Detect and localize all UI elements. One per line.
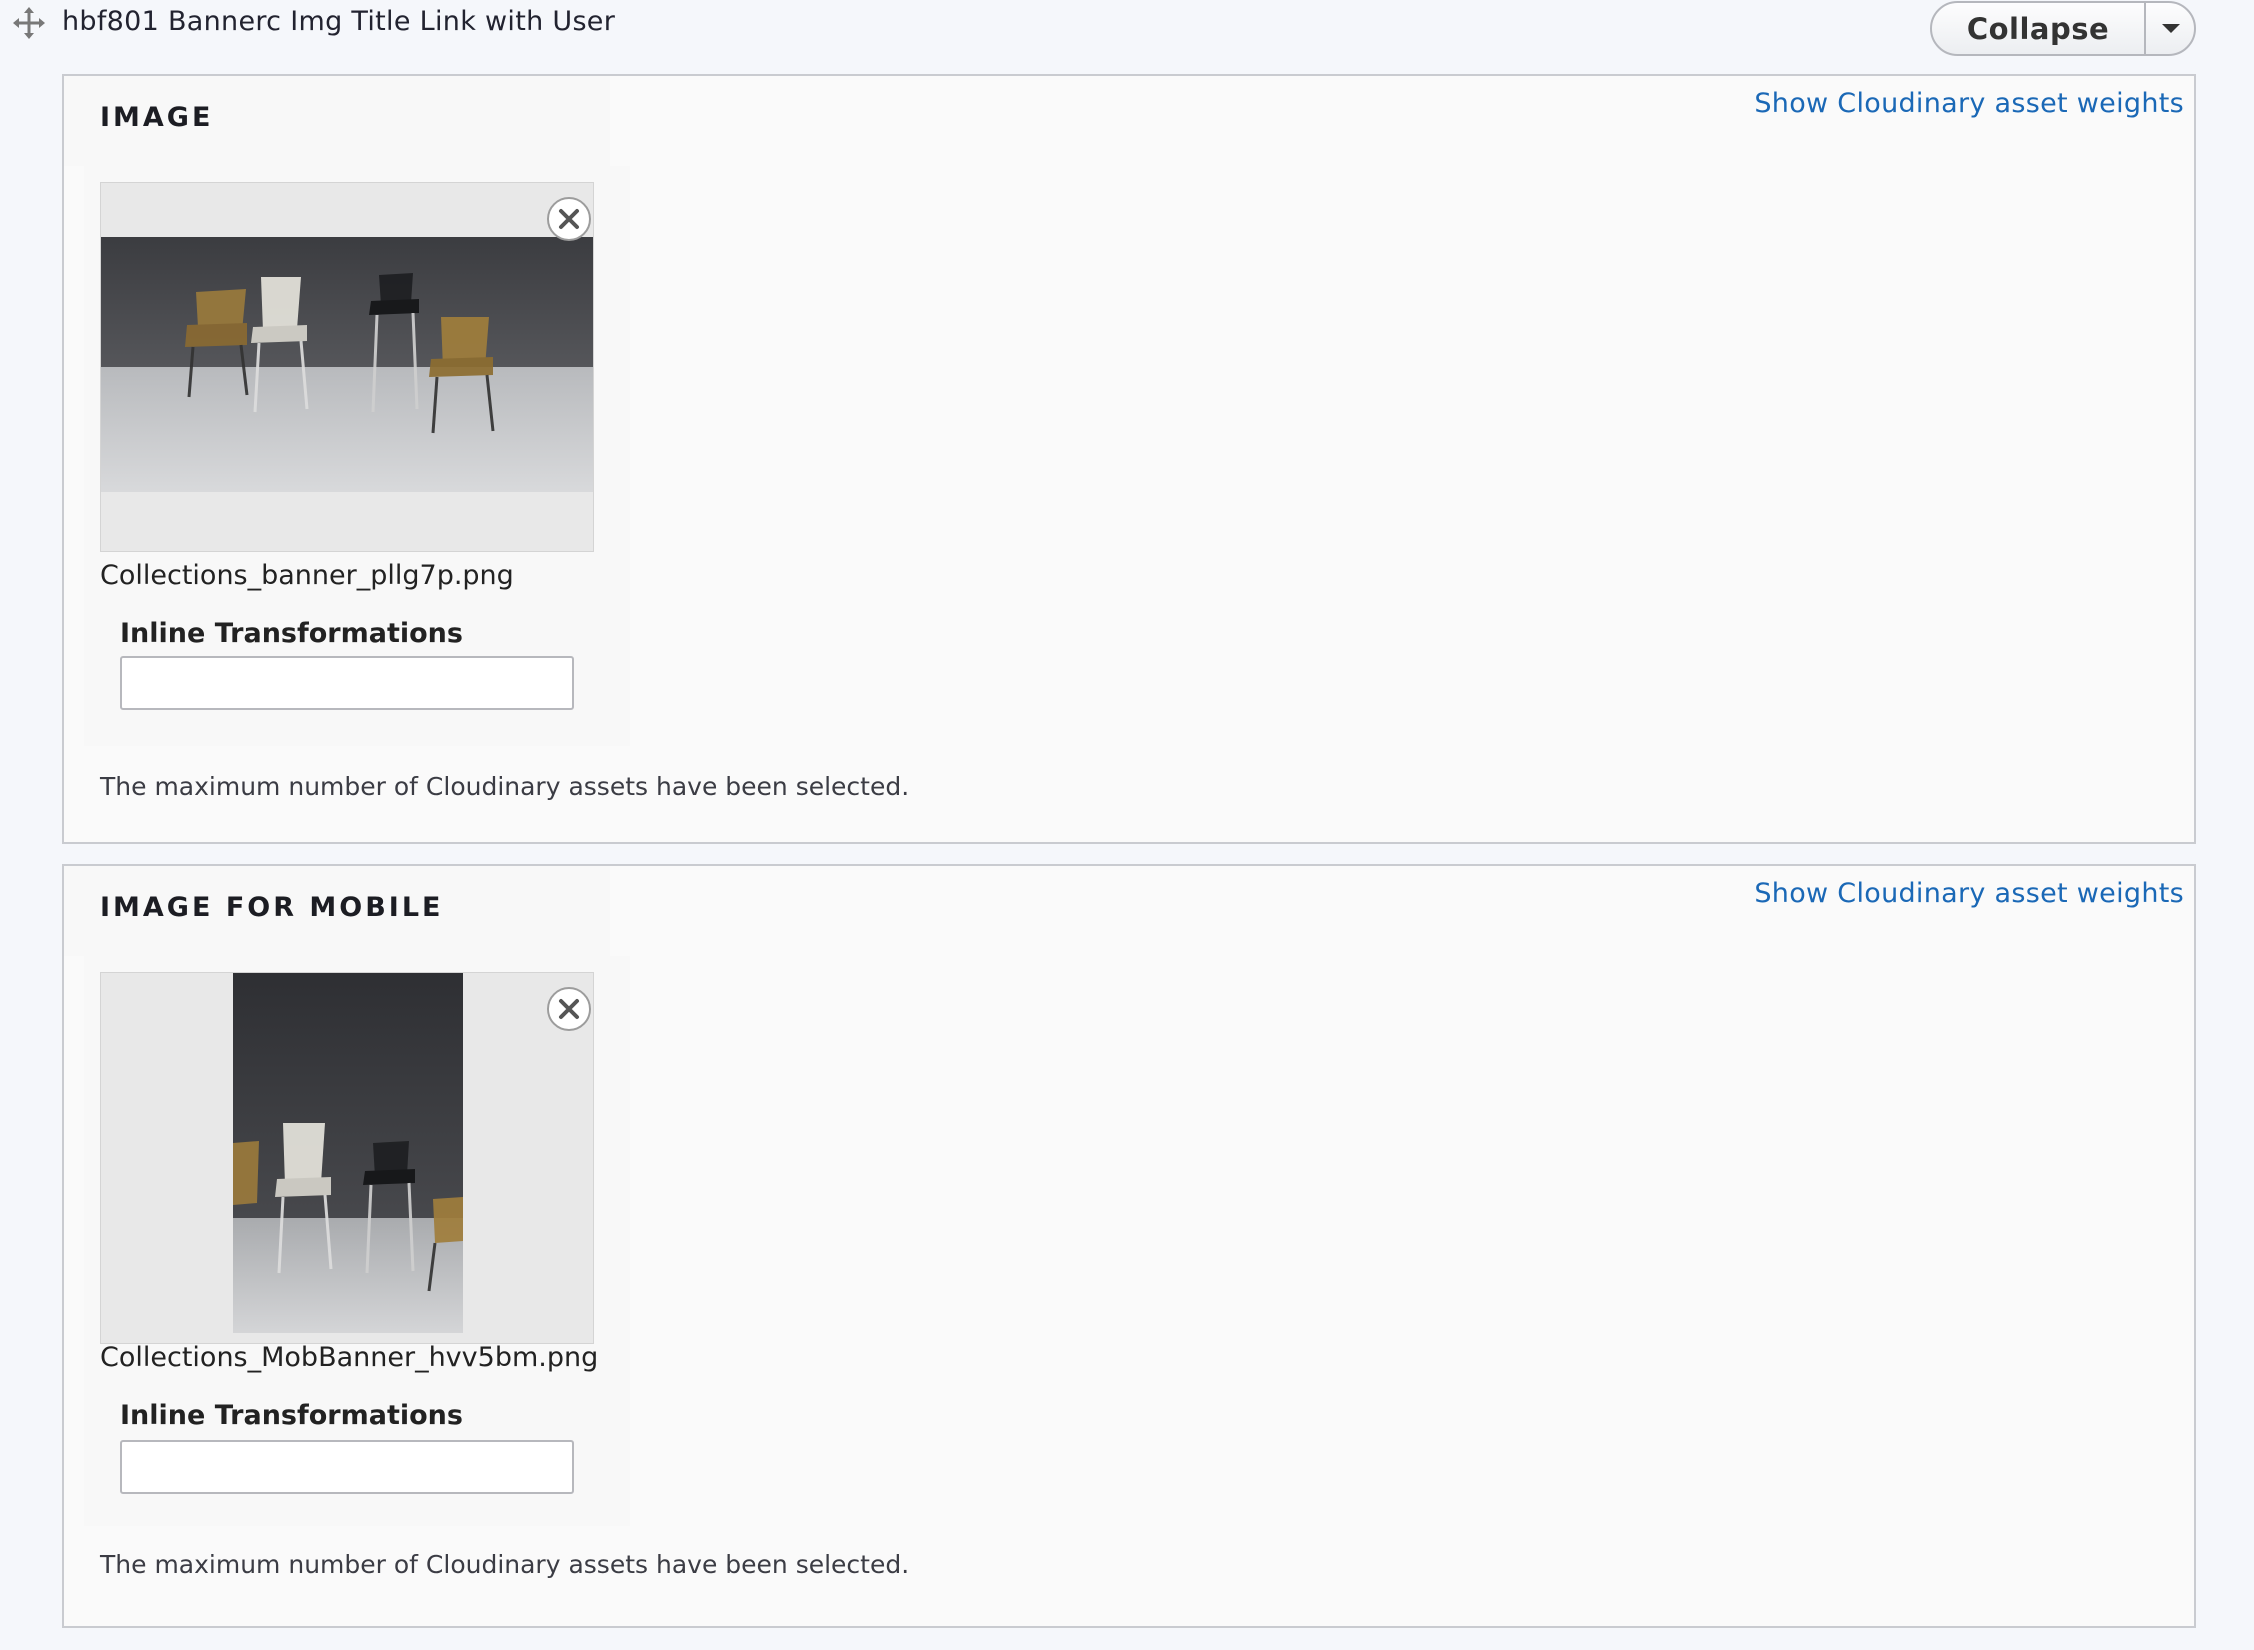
max-assets-message: The maximum number of Cloudinary assets …: [100, 772, 910, 801]
show-asset-weights-link[interactable]: Show Cloudinary asset weights: [1754, 878, 2184, 909]
show-asset-weights-link[interactable]: Show Cloudinary asset weights: [1754, 88, 2184, 119]
remove-asset-button[interactable]: [547, 197, 591, 241]
chairs-mobile-banner-image: [233, 973, 463, 1333]
inline-transformations-input[interactable]: [120, 656, 574, 710]
legend-block: IMAGE: [64, 76, 610, 166]
inline-transformations-label: Inline Transformations: [120, 1400, 463, 1431]
field-image-mobile-fieldset: IMAGE FOR MOBILE Show Cloudinary asset w…: [62, 864, 2196, 1628]
close-x-icon: [559, 209, 579, 229]
move-arrows-icon[interactable]: [13, 7, 45, 39]
actions-dropdown-toggle[interactable]: [2146, 3, 2194, 54]
field-legend: IMAGE: [100, 102, 214, 133]
asset-preview: [100, 182, 594, 552]
remove-asset-button[interactable]: [547, 987, 591, 1031]
close-x-icon: [559, 999, 579, 1019]
legend-block: IMAGE FOR MOBILE: [64, 866, 610, 956]
max-assets-message: The maximum number of Cloudinary assets …: [100, 1550, 910, 1579]
asset-preview: [100, 972, 594, 1344]
collapse-split-button: Collapse: [1930, 1, 2196, 56]
cloudinary-asset-widget: Collections_banner_pllg7p.png Inline Tra…: [84, 166, 630, 746]
inline-transformations-label: Inline Transformations: [120, 618, 463, 649]
cloudinary-asset-widget: Collections_MobBanner_hvv5bm.png Inline …: [84, 956, 630, 1526]
asset-filename: Collections_banner_pllg7p.png: [100, 560, 514, 591]
paragraph-header: hbf801 Bannerc Img Title Link with User …: [0, 0, 2254, 66]
paragraph-item: hbf801 Bannerc Img Title Link with User …: [0, 0, 2254, 1650]
field-legend: IMAGE FOR MOBILE: [100, 892, 444, 923]
asset-filename: Collections_MobBanner_hvv5bm.png: [100, 1342, 599, 1373]
paragraph-title: hbf801 Bannerc Img Title Link with User: [62, 6, 616, 37]
inline-transformations-input[interactable]: [120, 1440, 574, 1494]
caret-down-icon: [2162, 24, 2180, 33]
field-image-fieldset: IMAGE Show Cloudinary asset weights Coll…: [62, 74, 2196, 844]
chairs-banner-image: [101, 237, 593, 492]
collapse-button[interactable]: Collapse: [1932, 3, 2144, 54]
